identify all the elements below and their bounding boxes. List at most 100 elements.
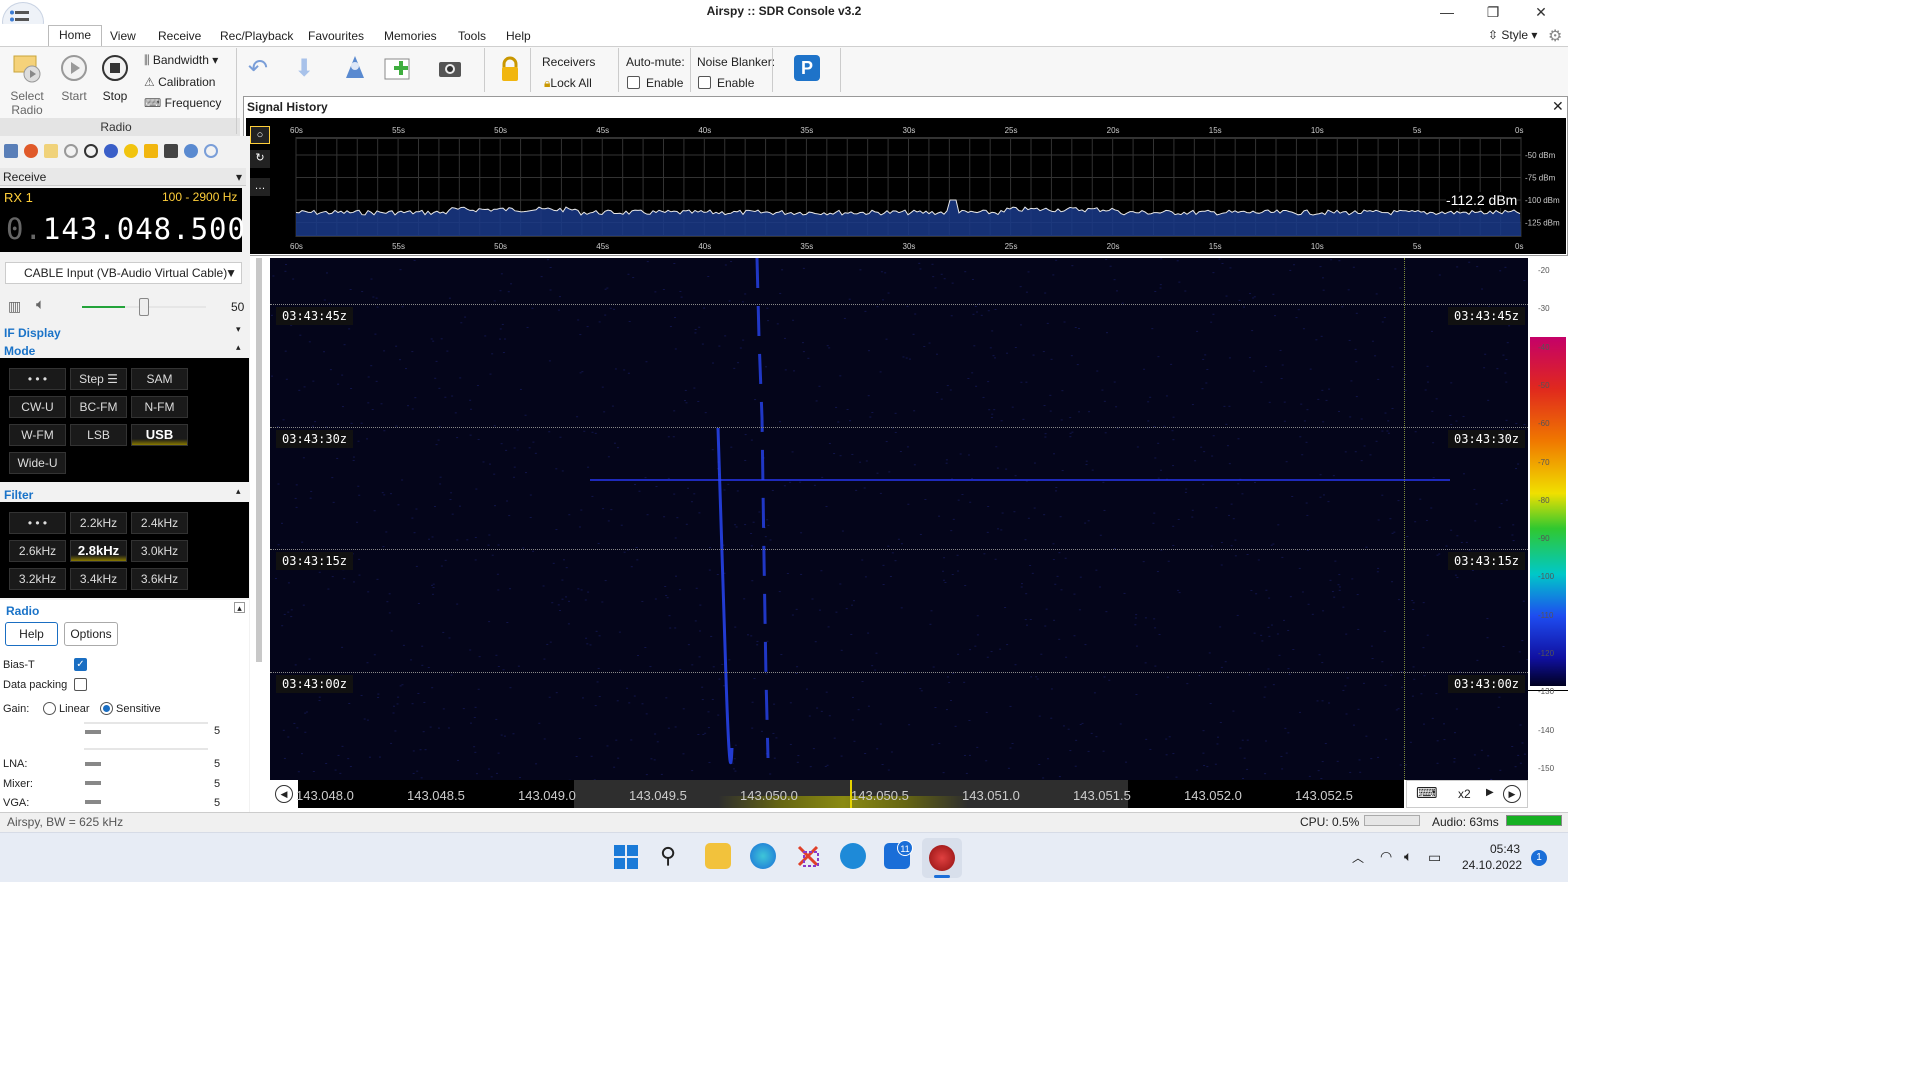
battery-icon[interactable]: ▭ bbox=[1428, 849, 1441, 866]
mode-w-fm-button[interactable]: W-FM bbox=[9, 424, 66, 446]
undo-icon[interactable]: ↶ bbox=[248, 54, 268, 83]
style-menu[interactable]: ⇳ Style ▾ bbox=[1488, 28, 1537, 42]
left-panel-scrollbar[interactable] bbox=[256, 258, 262, 662]
lock-toolbar-icon[interactable] bbox=[144, 144, 158, 158]
bars-icon[interactable]: ▥ bbox=[8, 298, 21, 315]
paypal-icon[interactable]: P bbox=[794, 55, 820, 81]
frequency-axis[interactable]: 143.048.0 143.048.5 143.049.0 143.049.5 143.… bbox=[296, 780, 1404, 808]
select-radio-button[interactable]: Select Radio bbox=[8, 89, 46, 117]
signal-history-close-icon[interactable]: ✕ bbox=[1552, 98, 1564, 115]
speaker-icon[interactable]: 🔈︎ bbox=[36, 296, 45, 313]
search-icon[interactable]: ⚲ bbox=[660, 843, 686, 869]
frequency-display[interactable]: 0.143.048.500 bbox=[6, 212, 246, 246]
filter-2-8-button[interactable]: 2.8kHz bbox=[70, 540, 127, 562]
receiver-icon[interactable] bbox=[342, 54, 368, 85]
plus-icon[interactable] bbox=[104, 144, 118, 158]
lock-all-button[interactable]: 🔒︎Lock All bbox=[544, 76, 592, 91]
settings-gear-icon[interactable]: ⚙ bbox=[1548, 26, 1562, 46]
file-explorer-icon[interactable] bbox=[705, 843, 731, 869]
mode-bc-fm-button[interactable]: BC-FM bbox=[70, 396, 127, 418]
gain-thumb[interactable] bbox=[85, 730, 101, 734]
tab-help[interactable]: Help bbox=[496, 27, 541, 46]
snipping-tool-icon[interactable] bbox=[795, 843, 821, 869]
keyboard-icon[interactable]: ⌨ bbox=[1416, 784, 1438, 802]
gain-linear-radio[interactable] bbox=[43, 702, 56, 715]
mode-sam-button[interactable]: SAM bbox=[131, 368, 188, 390]
help-ring-icon[interactable] bbox=[24, 144, 38, 158]
lock-icon[interactable] bbox=[500, 56, 520, 85]
filter-2-2-button[interactable]: 2.2kHz bbox=[70, 512, 127, 534]
tab-tools[interactable]: Tools bbox=[448, 27, 496, 46]
home-icon[interactable] bbox=[4, 144, 18, 158]
down-arrow-icon[interactable]: ⬇ bbox=[294, 54, 314, 83]
mixer-thumb[interactable] bbox=[85, 781, 101, 785]
sdr-console-icon[interactable] bbox=[929, 845, 955, 871]
mode-wide-u-button[interactable]: Wide-U bbox=[9, 452, 66, 474]
filter-3-2-button[interactable]: 3.2kHz bbox=[9, 568, 66, 590]
scroll-right-icon[interactable]: ▶ bbox=[1503, 785, 1521, 803]
help-button[interactable]: Help bbox=[5, 622, 58, 646]
filter-2-4-button[interactable]: 2.4kHz bbox=[131, 512, 188, 534]
gain-sensitive-radio[interactable] bbox=[100, 702, 113, 715]
if-display-expand-icon[interactable]: ▾ bbox=[236, 324, 241, 335]
tab-receive[interactable]: Receive bbox=[148, 27, 211, 46]
minimize-button[interactable]: — bbox=[1424, 0, 1470, 24]
tab-view[interactable]: View bbox=[100, 27, 146, 46]
stop-small-icon[interactable] bbox=[84, 144, 98, 158]
restore-button[interactable]: ❐ bbox=[1470, 0, 1516, 24]
receive-header[interactable]: Receive ▾ bbox=[0, 168, 246, 186]
mode-usb-button[interactable]: USB bbox=[131, 424, 188, 446]
gain-track[interactable] bbox=[84, 722, 208, 724]
data-packing-checkbox[interactable] bbox=[74, 678, 87, 691]
tab-rec-playback[interactable]: Rec/Playback bbox=[210, 27, 303, 46]
zoom-arrow-icon[interactable]: ▶ bbox=[1486, 787, 1494, 798]
filter-3-4-button[interactable]: 3.4kHz bbox=[70, 568, 127, 590]
tab-favourites[interactable]: Favourites bbox=[298, 27, 374, 46]
notification-badge[interactable]: 1 bbox=[1531, 850, 1547, 866]
zoom-level[interactable]: x2 bbox=[1458, 787, 1471, 801]
stop-button[interactable]: Stop bbox=[98, 89, 132, 103]
star-icon[interactable] bbox=[124, 144, 138, 158]
mode-cw-u-button[interactable]: CW-U bbox=[9, 396, 66, 418]
mode-more-button[interactable]: • • • bbox=[9, 368, 66, 390]
camera-small-icon[interactable] bbox=[164, 144, 178, 158]
radio-collapse-icon[interactable]: ▴ bbox=[234, 602, 245, 613]
folder-icon[interactable] bbox=[44, 144, 58, 158]
vga-thumb[interactable] bbox=[85, 800, 101, 804]
color-scale[interactable]: -20 -30 -40 -50 -60 -70 -80 -90 -100 -110 -120 -130… bbox=[1528, 258, 1568, 806]
filter-3-0-button[interactable]: 3.0kHz bbox=[131, 540, 188, 562]
start-button[interactable]: Start bbox=[56, 89, 92, 103]
volume-thumb[interactable] bbox=[139, 298, 149, 316]
app-blue-icon[interactable] bbox=[840, 843, 866, 869]
filter-3-6-button[interactable]: 3.6kHz bbox=[131, 568, 188, 590]
auto-mute-checkbox[interactable] bbox=[627, 76, 640, 89]
mode-step-button[interactable]: Step ☰ bbox=[70, 368, 127, 390]
history-refresh-icon[interactable]: ↻ bbox=[250, 150, 270, 168]
history-more-icon[interactable]: … bbox=[250, 178, 270, 196]
audio-device-select[interactable]: CABLE Input (VB-Audio Virtual Cable) ▼ bbox=[5, 262, 242, 284]
clock-date[interactable]: 24.10.2022 bbox=[1462, 858, 1522, 872]
scale-top-marker[interactable] bbox=[1528, 336, 1568, 337]
options-button[interactable]: Options bbox=[64, 622, 118, 646]
close-button[interactable]: ✕ bbox=[1518, 0, 1564, 24]
clock-time[interactable]: 05:43 bbox=[1490, 842, 1520, 856]
mode-n-fm-button[interactable]: N-FM bbox=[131, 396, 188, 418]
if-display-header[interactable]: IF Display bbox=[4, 326, 61, 340]
tray-chevron-icon[interactable]: ︿ bbox=[1352, 849, 1364, 866]
lna-thumb[interactable] bbox=[85, 762, 101, 766]
camera-icon[interactable] bbox=[438, 58, 462, 81]
undo-small-icon[interactable] bbox=[204, 144, 218, 158]
receiver-small-icon[interactable] bbox=[184, 144, 198, 158]
volume-tray-icon[interactable]: 🔈︎ bbox=[1404, 848, 1412, 865]
tab-memories[interactable]: Memories bbox=[374, 27, 447, 46]
filter-2-6-button[interactable]: 2.6kHz bbox=[9, 540, 66, 562]
play-icon[interactable] bbox=[64, 144, 78, 158]
windows-start-icon[interactable] bbox=[614, 845, 640, 871]
calibration-button[interactable]: ⚠ Calibration bbox=[144, 75, 215, 89]
edge-browser-icon[interactable] bbox=[750, 843, 776, 869]
noise-blanker-checkbox[interactable] bbox=[698, 76, 711, 89]
mode-collapse-icon[interactable]: ▴ bbox=[236, 342, 241, 353]
mode-lsb-button[interactable]: LSB bbox=[70, 424, 127, 446]
wifi-icon[interactable]: ◠ bbox=[1380, 848, 1392, 865]
bandwidth-menu[interactable]: ⫼ Bandwidth ▾ bbox=[144, 53, 218, 68]
